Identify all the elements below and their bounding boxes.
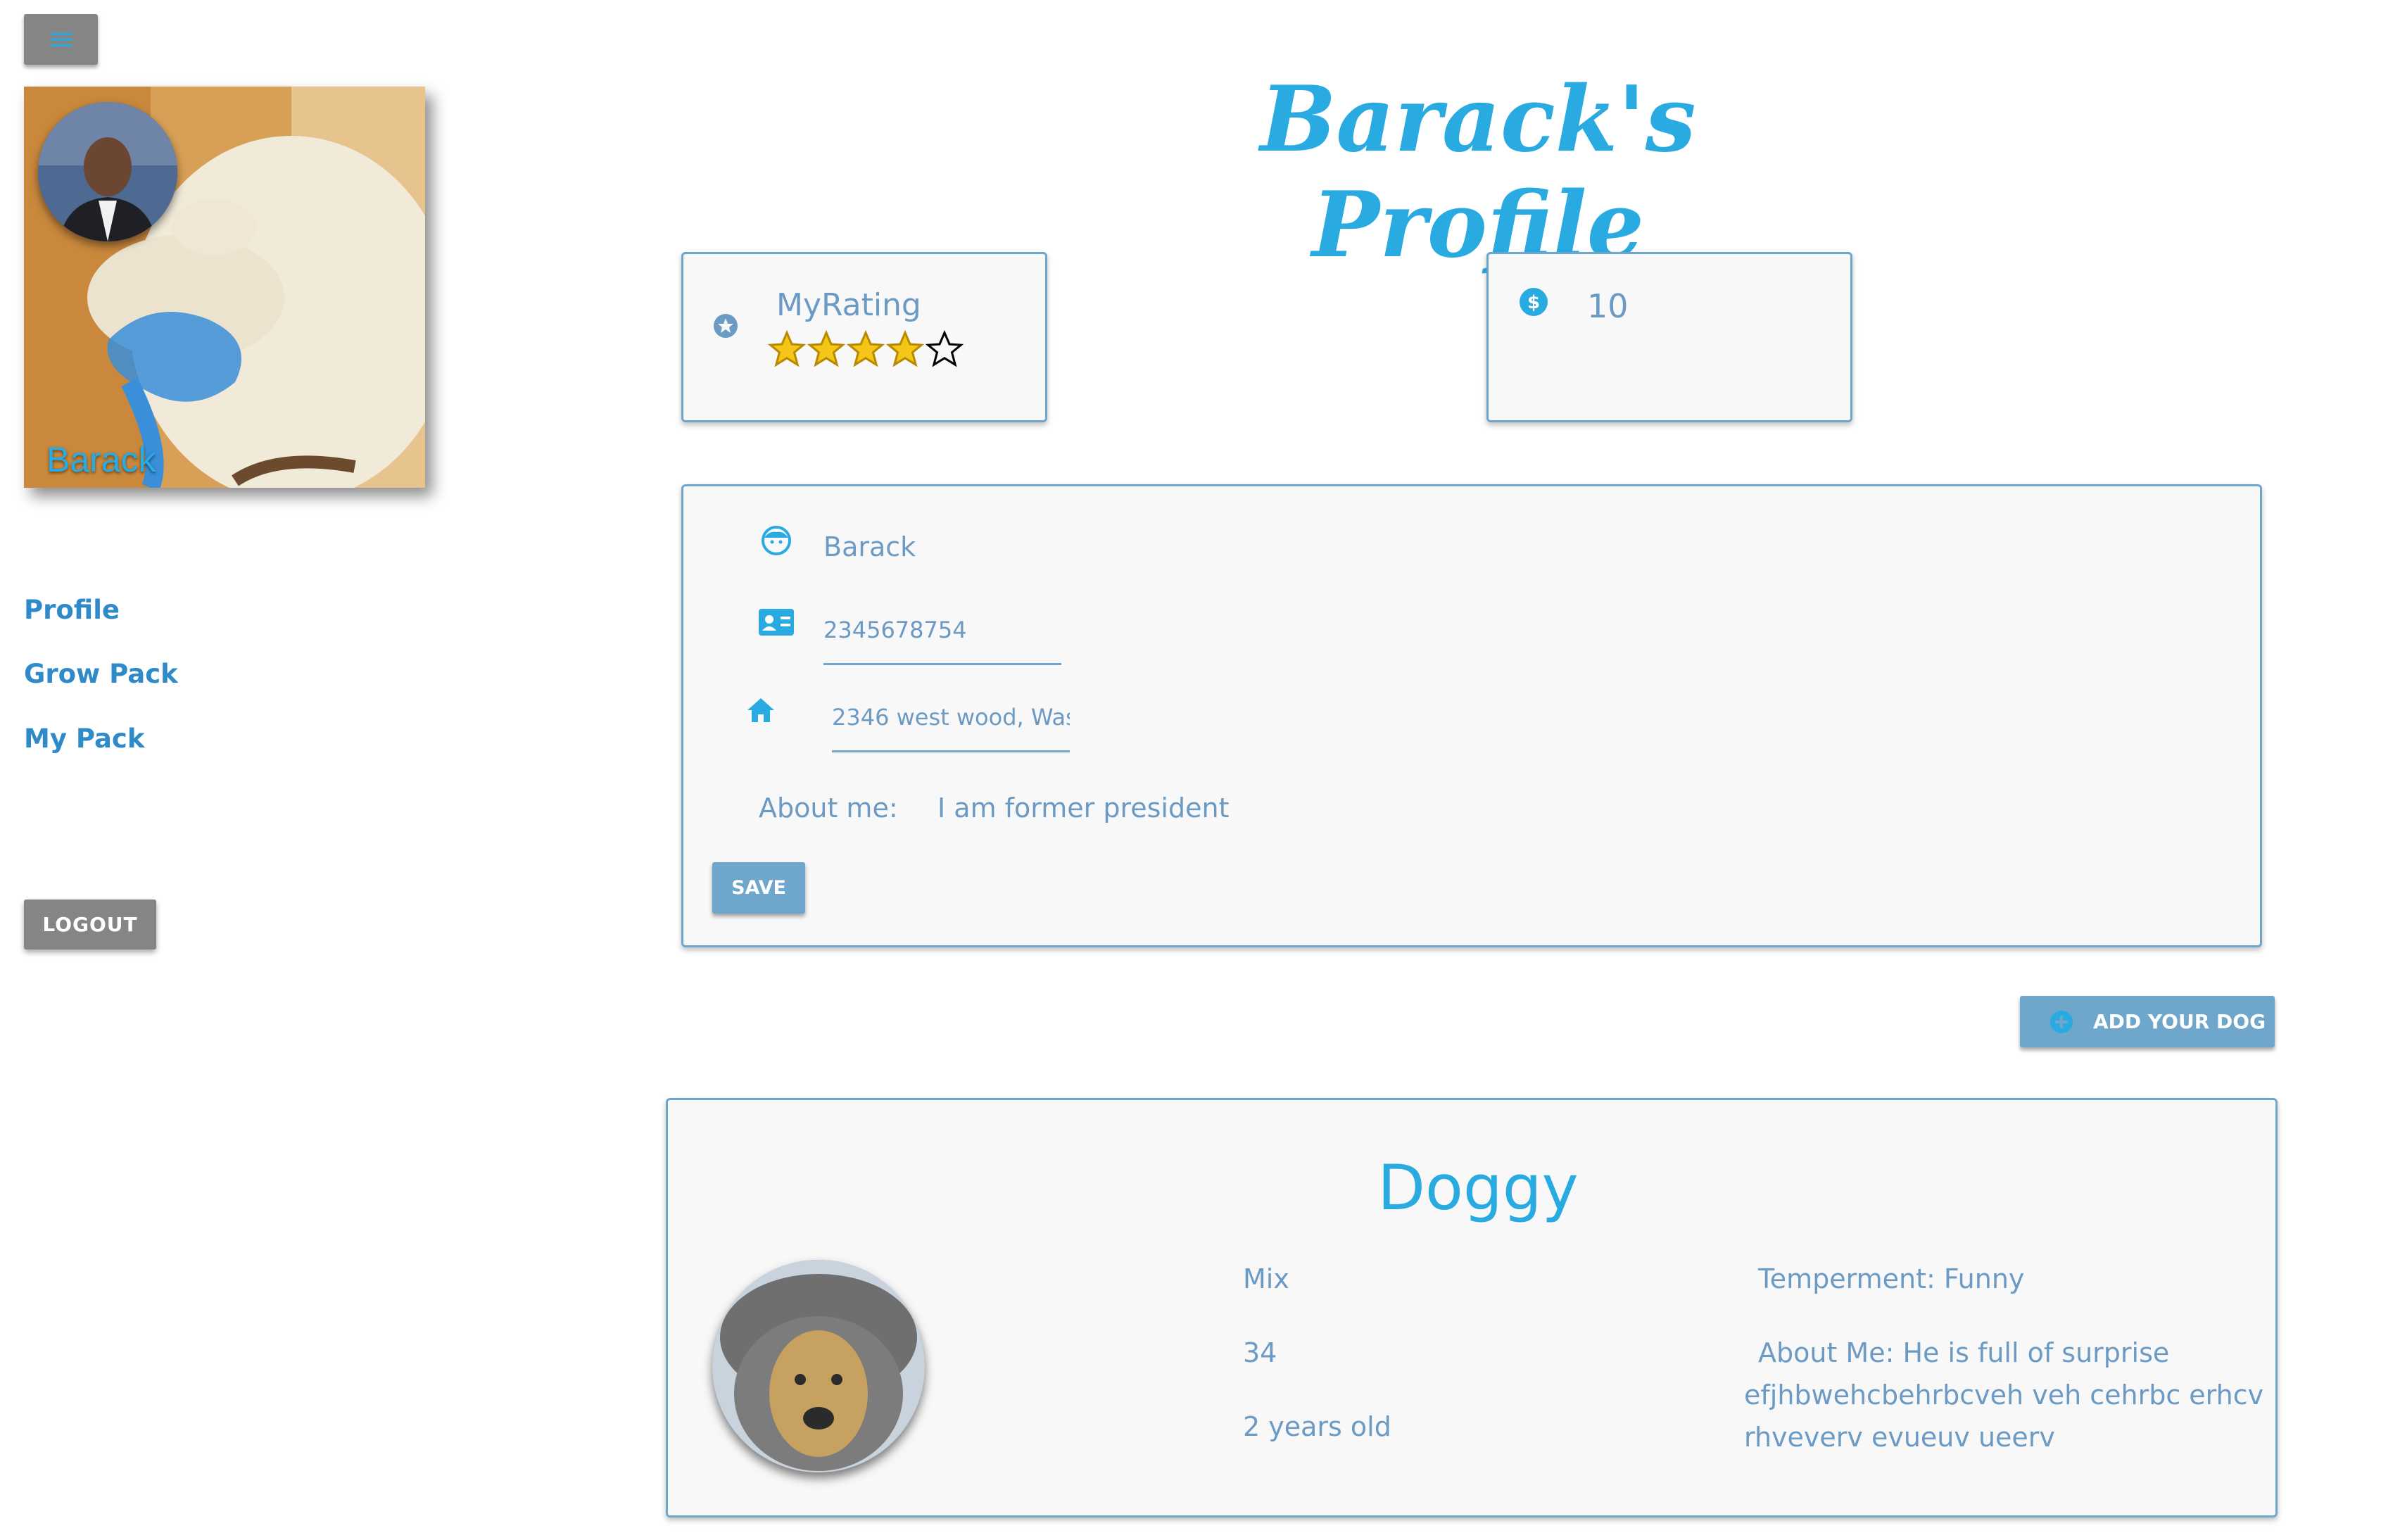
phone-input[interactable]: 2345678754 [823,617,1061,665]
star-filled-icon[interactable] [846,329,885,369]
rating-stars[interactable] [767,329,964,369]
contact-card-icon [759,609,794,636]
dollar-circle-icon: $ [1520,288,1548,316]
dog-weight: 34 [1243,1337,1277,1368]
face-icon [762,526,791,555]
logout-button[interactable]: LOGOUT [24,900,156,949]
about-value[interactable]: I am former president [937,793,1229,823]
hamburger-menu-icon-bar [51,44,72,46]
nav-item-my-pack[interactable]: My Pack [24,724,144,754]
svg-text:$: $ [1527,292,1540,313]
about-label: About me: [759,793,898,823]
star-filled-icon[interactable] [885,329,925,369]
coin-card [1486,252,1852,422]
menu-button[interactable] [24,14,98,65]
home-icon [747,698,774,722]
save-button[interactable]: SAVE [712,862,805,914]
page-title: Barack's Profile [1260,67,1696,278]
rating-label: MyRating [776,287,921,323]
coin-value: 10 [1587,287,1629,325]
star-filled-icon[interactable] [767,329,807,369]
nav-item-profile[interactable]: Profile [24,595,120,625]
cover-name: Barack [46,440,156,479]
address-input[interactable]: 2346 west wood, Wash [832,704,1070,752]
name-field[interactable]: Barack [823,531,916,562]
dog-age: 2 years old [1243,1411,1391,1442]
add-dog-button[interactable]: ADD YOUR DOG [2020,996,2275,1047]
dog-breed: Mix [1243,1263,1289,1294]
dog-name: Doggy [1377,1151,1579,1224]
add-dog-label: ADD YOUR DOG [2093,1010,2266,1033]
hamburger-menu-icon-bar [51,39,72,41]
nav-item-grow-pack[interactable]: Grow Pack [24,659,178,689]
dog-about-line-3: rhveverv evueuv ueerv [1744,1422,2055,1453]
star-filled-icon[interactable] [807,329,846,369]
add-circle-icon [2050,1010,2073,1033]
dog-temperament: Temperment: Funny [1758,1263,2025,1294]
phone-value: 2345678754 [823,617,967,643]
dog-about-line-1: About Me: He is full of surprise [1758,1337,2170,1368]
avatar [38,102,177,241]
dog-about-line-2: efjhbwehcbehrbcveh veh cehrbc erhcv [1744,1380,2264,1410]
star-circle-icon [714,314,738,338]
star-empty-icon[interactable] [925,329,964,369]
address-value: 2346 west wood, Wash [832,704,1070,731]
hamburger-menu-icon [51,33,72,35]
dog-photo [712,1260,925,1472]
